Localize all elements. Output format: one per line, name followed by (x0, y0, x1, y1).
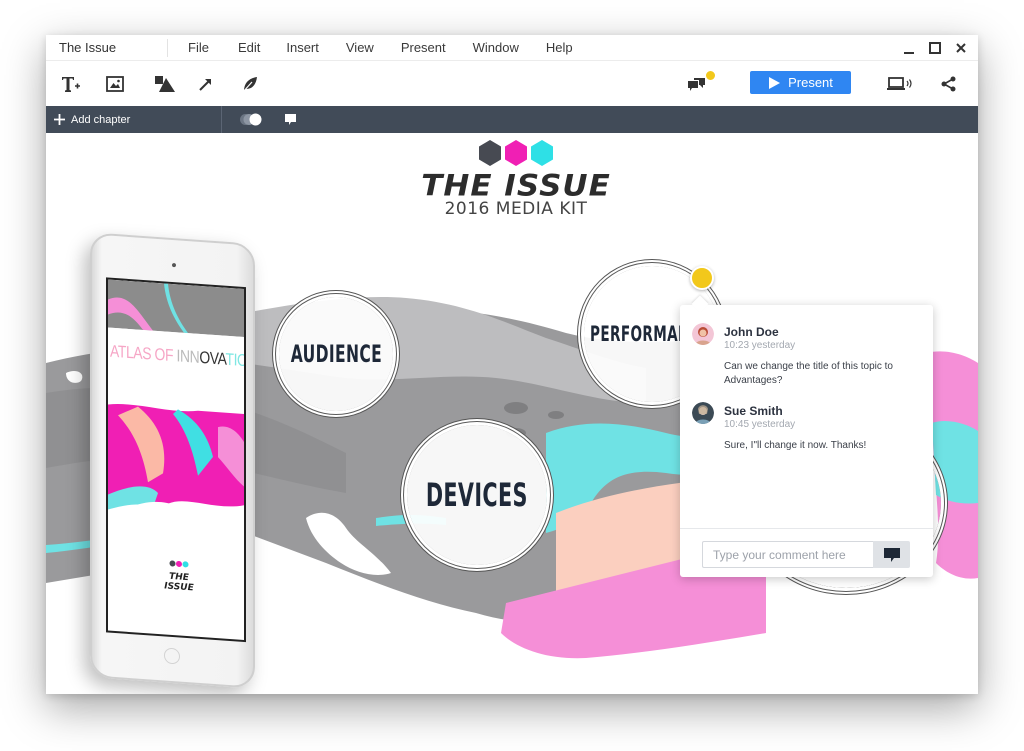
main-menu: File Edit Insert View Present Window Hel… (188, 35, 573, 61)
minimize-icon[interactable] (902, 41, 916, 55)
comment-pin[interactable] (690, 266, 714, 290)
present-button[interactable]: Present (750, 71, 851, 94)
desktop: The Issue File Edit Insert View Present … (0, 0, 1024, 751)
comment-input[interactable] (702, 541, 873, 568)
topic-audience[interactable]: AUDIENCE (279, 297, 393, 411)
hexagon-dark (479, 140, 501, 166)
logo-title: THE ISSUE (421, 168, 611, 204)
comment-text: Can we change the title of this topic to… (724, 361, 893, 386)
divider (680, 528, 933, 529)
comment-item: Sue Smith 10:45 yesterday Sure, I"ll cha… (692, 402, 922, 462)
menu-insert[interactable]: Insert (286, 35, 319, 61)
present-button-label: Present (788, 75, 833, 90)
shapes-icon[interactable] (153, 72, 177, 96)
window-controls (902, 35, 968, 61)
headline-part: OVA (199, 347, 226, 369)
ipad-mini-title: THE ISSUE (164, 571, 194, 594)
comment-toggle-icon[interactable] (284, 113, 297, 131)
presentation-canvas[interactable]: THE ISSUE 2016 MEDIA KIT AUDIENCE DEVICE… (46, 133, 978, 694)
comment-send-icon (883, 547, 900, 562)
mini-hexagons (169, 560, 189, 568)
topic-label: DEVICES (426, 476, 528, 514)
plus-icon (54, 114, 65, 125)
menu-window[interactable]: Window (473, 35, 519, 61)
ipad-mini-logo: THE ISSUE (154, 553, 204, 594)
comment-popover: John Doe 10:23 yesterday Can we change t… (680, 305, 933, 577)
text-add-icon[interactable] (59, 72, 83, 96)
menu-help[interactable]: Help (546, 35, 573, 61)
menu-view[interactable]: View (346, 35, 374, 61)
laptop-broadcast-icon[interactable] (886, 72, 914, 96)
topic-devices[interactable]: DEVICES (407, 425, 547, 565)
add-chapter-label: Add chapter (71, 113, 131, 126)
app-window: The Issue File Edit Insert View Present … (46, 35, 978, 694)
ipad-home-button (164, 647, 180, 665)
topic-label: AUDIENCE (290, 340, 382, 368)
comment-text: Sure, I"ll change it now. Thanks! (724, 440, 867, 451)
ipad-camera (172, 262, 176, 268)
toolbar: Present (46, 62, 978, 106)
headline-part: ATLAS OF (110, 341, 177, 366)
hexagon-magenta (505, 140, 527, 166)
send-comment-button[interactable] (873, 541, 910, 568)
logo-hexagons (416, 140, 616, 166)
comment-author: Sue Smith (724, 404, 783, 418)
add-chapter-button[interactable]: Add chapter (54, 106, 130, 133)
menu-present[interactable]: Present (401, 35, 446, 61)
arrow-icon[interactable] (194, 72, 218, 96)
maximize-icon[interactable] (928, 41, 942, 55)
chapter-bar: Add chapter (46, 106, 978, 133)
comment-time: 10:23 yesterday (724, 340, 796, 351)
comment-time: 10:45 yesterday (724, 419, 796, 430)
notification-dot (705, 70, 716, 81)
avatar (692, 402, 714, 424)
image-icon[interactable] (103, 72, 127, 96)
hexagon-cyan (531, 140, 553, 166)
menu-file[interactable]: File (188, 35, 209, 61)
avatar (692, 323, 714, 345)
share-icon[interactable] (937, 72, 961, 96)
ipad-screen: ATLAS OF INNOVATION THE ISSUE (106, 277, 246, 643)
title-logo[interactable]: THE ISSUE 2016 MEDIA KIT (416, 140, 616, 218)
menu-bar: The Issue File Edit Insert View Present … (46, 35, 978, 61)
document-title[interactable]: The Issue (46, 38, 168, 57)
headline-part: TION (225, 349, 246, 371)
overview-toggle[interactable] (239, 113, 263, 126)
leaf-icon[interactable] (238, 72, 262, 96)
headline-part: INN (176, 346, 200, 367)
menu-edit[interactable]: Edit (238, 35, 260, 61)
close-icon[interactable] (954, 41, 968, 55)
divider (221, 106, 222, 133)
play-icon (769, 76, 781, 89)
comment-item: John Doe 10:23 yesterday Can we change t… (692, 323, 922, 386)
ipad-mockup[interactable]: ATLAS OF INNOVATION THE ISSUE (90, 232, 255, 689)
comment-author: John Doe (724, 325, 779, 339)
